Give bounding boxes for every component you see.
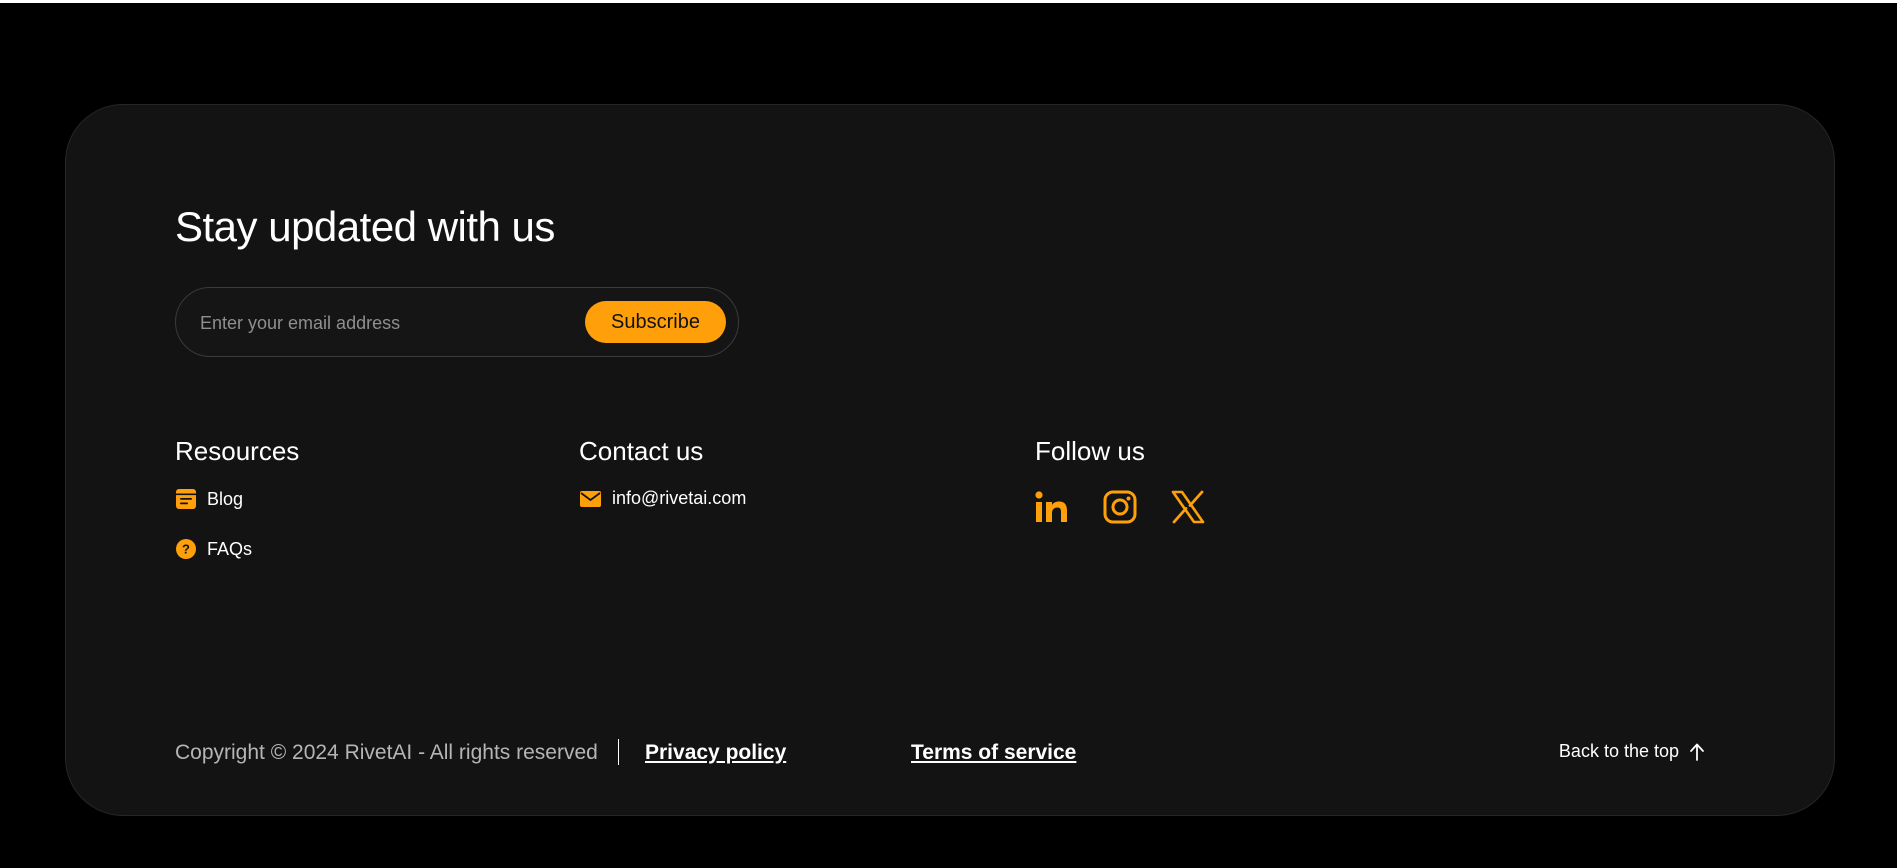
contact-email-link[interactable]: info@rivetai.com bbox=[579, 488, 746, 509]
back-to-top-label: Back to the top bbox=[1558, 741, 1679, 761]
question-icon: ? bbox=[176, 539, 196, 559]
newsletter-heading: Stay updated with us bbox=[175, 203, 555, 250]
arrow-up-icon bbox=[1690, 743, 1704, 761]
top-border bbox=[0, 0, 1897, 3]
footer-bottom-bar: Copyright © 2024 RivetAI - All rights re… bbox=[175, 737, 1705, 767]
x-icon[interactable] bbox=[1171, 490, 1205, 524]
back-to-top-button[interactable]: Back to the top bbox=[1559, 741, 1705, 762]
newsletter-form: Subscribe bbox=[175, 287, 739, 357]
resources-heading: Resources bbox=[175, 436, 300, 466]
mail-icon bbox=[580, 490, 601, 507]
contact-column: Contact us info@rivetai.com bbox=[579, 436, 746, 508]
contact-heading: Contact us bbox=[579, 436, 704, 466]
resource-link-label: Blog bbox=[207, 488, 244, 509]
follow-column: Follow us bbox=[1035, 436, 1205, 524]
social-links bbox=[1035, 490, 1205, 524]
contact-email: info@rivetai.com bbox=[612, 488, 747, 508]
privacy-policy-link[interactable]: Privacy policy bbox=[645, 741, 786, 765]
resource-link-label: FAQs bbox=[207, 538, 253, 559]
resource-link-blog[interactable]: Blog bbox=[175, 488, 243, 510]
linkedin-icon[interactable] bbox=[1035, 490, 1069, 524]
footer: Stay updated with us Subscribe Resources… bbox=[65, 104, 1835, 816]
resources-column: Resources Blog ? FAQs bbox=[175, 436, 300, 559]
subscribe-button[interactable]: Subscribe bbox=[585, 301, 726, 343]
copyright-text: Copyright © 2024 RivetAI - All rights re… bbox=[175, 741, 598, 764]
email-input[interactable] bbox=[198, 304, 562, 342]
resource-link-faqs[interactable]: ? FAQs bbox=[175, 538, 252, 560]
terms-of-service-link[interactable]: Terms of service bbox=[911, 741, 1076, 765]
instagram-icon[interactable] bbox=[1103, 490, 1137, 524]
blog-icon bbox=[176, 489, 196, 509]
svg-text:?: ? bbox=[182, 542, 190, 557]
follow-heading: Follow us bbox=[1035, 436, 1145, 466]
divider bbox=[618, 739, 619, 765]
